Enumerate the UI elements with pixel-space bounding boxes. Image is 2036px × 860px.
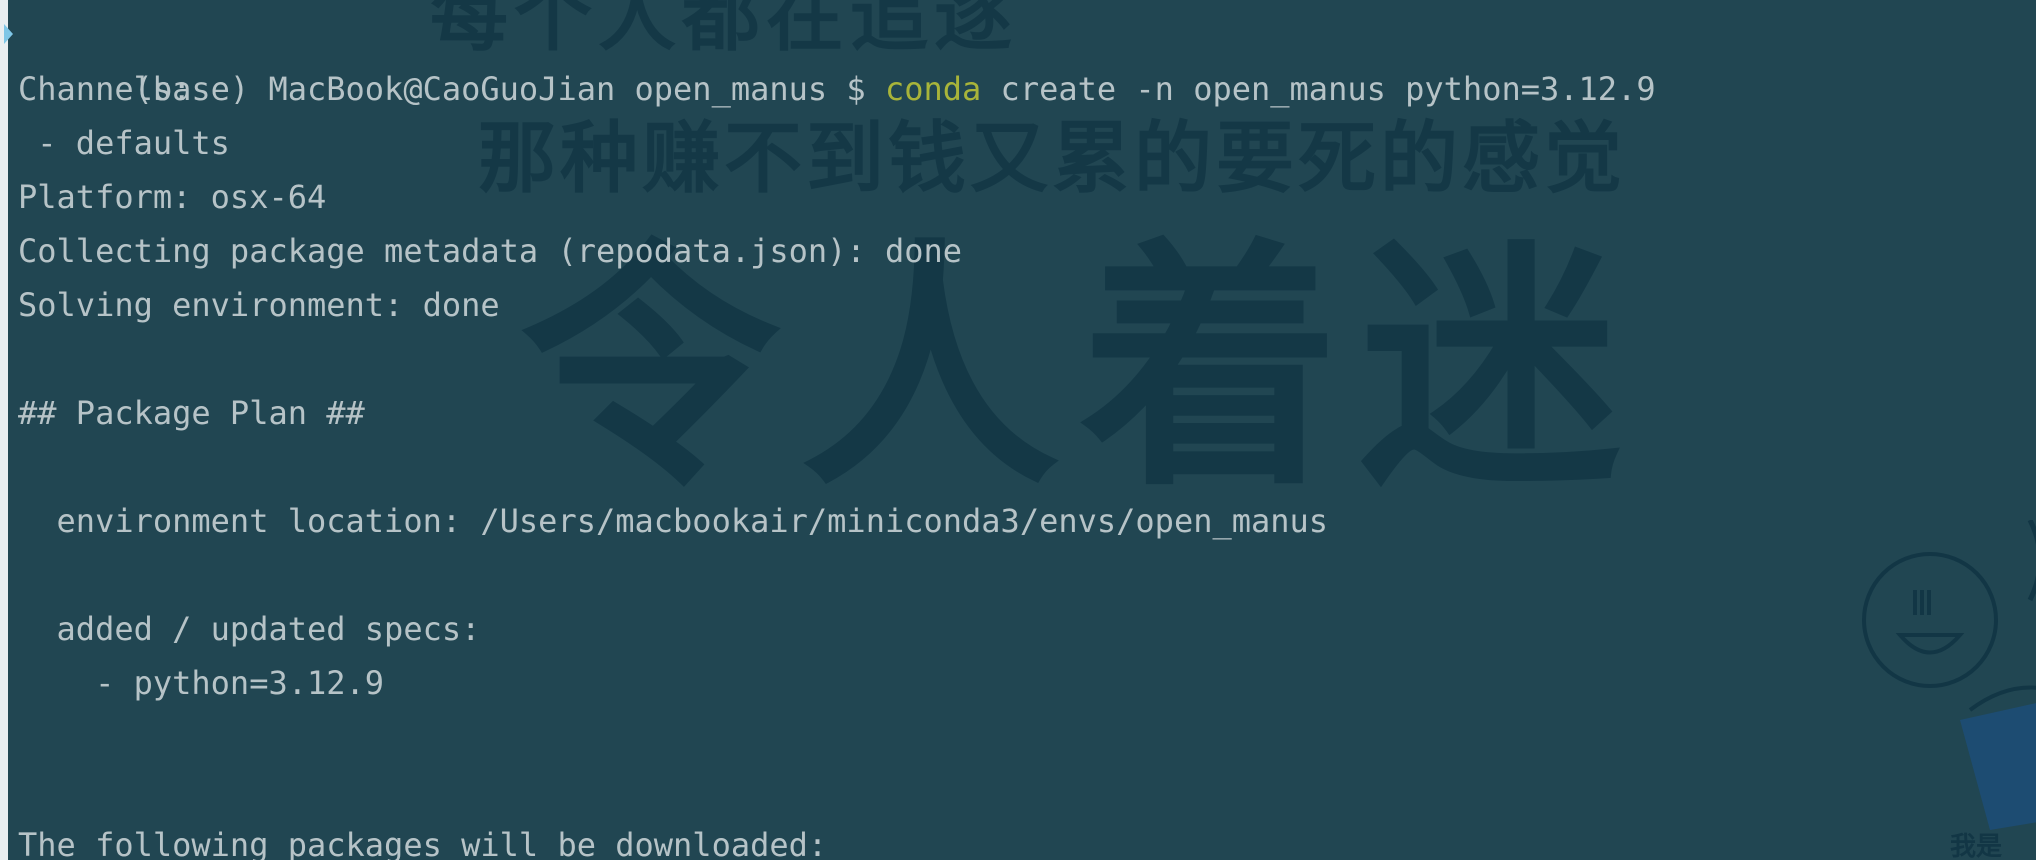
terminal-window[interactable]: 每个人都在追逐 那种赚不到钱又累的要死的感觉 令人着迷 我是 (base) Ma…	[0, 0, 2036, 860]
prompt-line: (base) MacBook@CaoGuoJian open_manus $ c…	[4, 8, 2036, 108]
triangle-right-icon	[4, 24, 13, 44]
terminal-output[interactable]: (base) MacBook@CaoGuoJian open_manus $ c…	[4, 8, 2036, 860]
output-line: The following packages will be downloade…	[18, 826, 828, 860]
output-line: - defaults	[18, 124, 230, 162]
output-line: added / updated specs:	[18, 610, 481, 648]
output-line: - python=3.12.9	[18, 664, 385, 702]
output-line: environment location: /Users/macbookair/…	[18, 502, 1329, 540]
output-line: Channels:	[18, 70, 192, 108]
output-line: ## Package Plan ##	[18, 394, 365, 432]
output-line: Platform: osx-64	[18, 178, 327, 216]
output-line: Collecting package metadata (repodata.js…	[18, 232, 963, 270]
output-line: Solving environment: done	[18, 286, 500, 324]
window-left-edge	[0, 0, 8, 860]
